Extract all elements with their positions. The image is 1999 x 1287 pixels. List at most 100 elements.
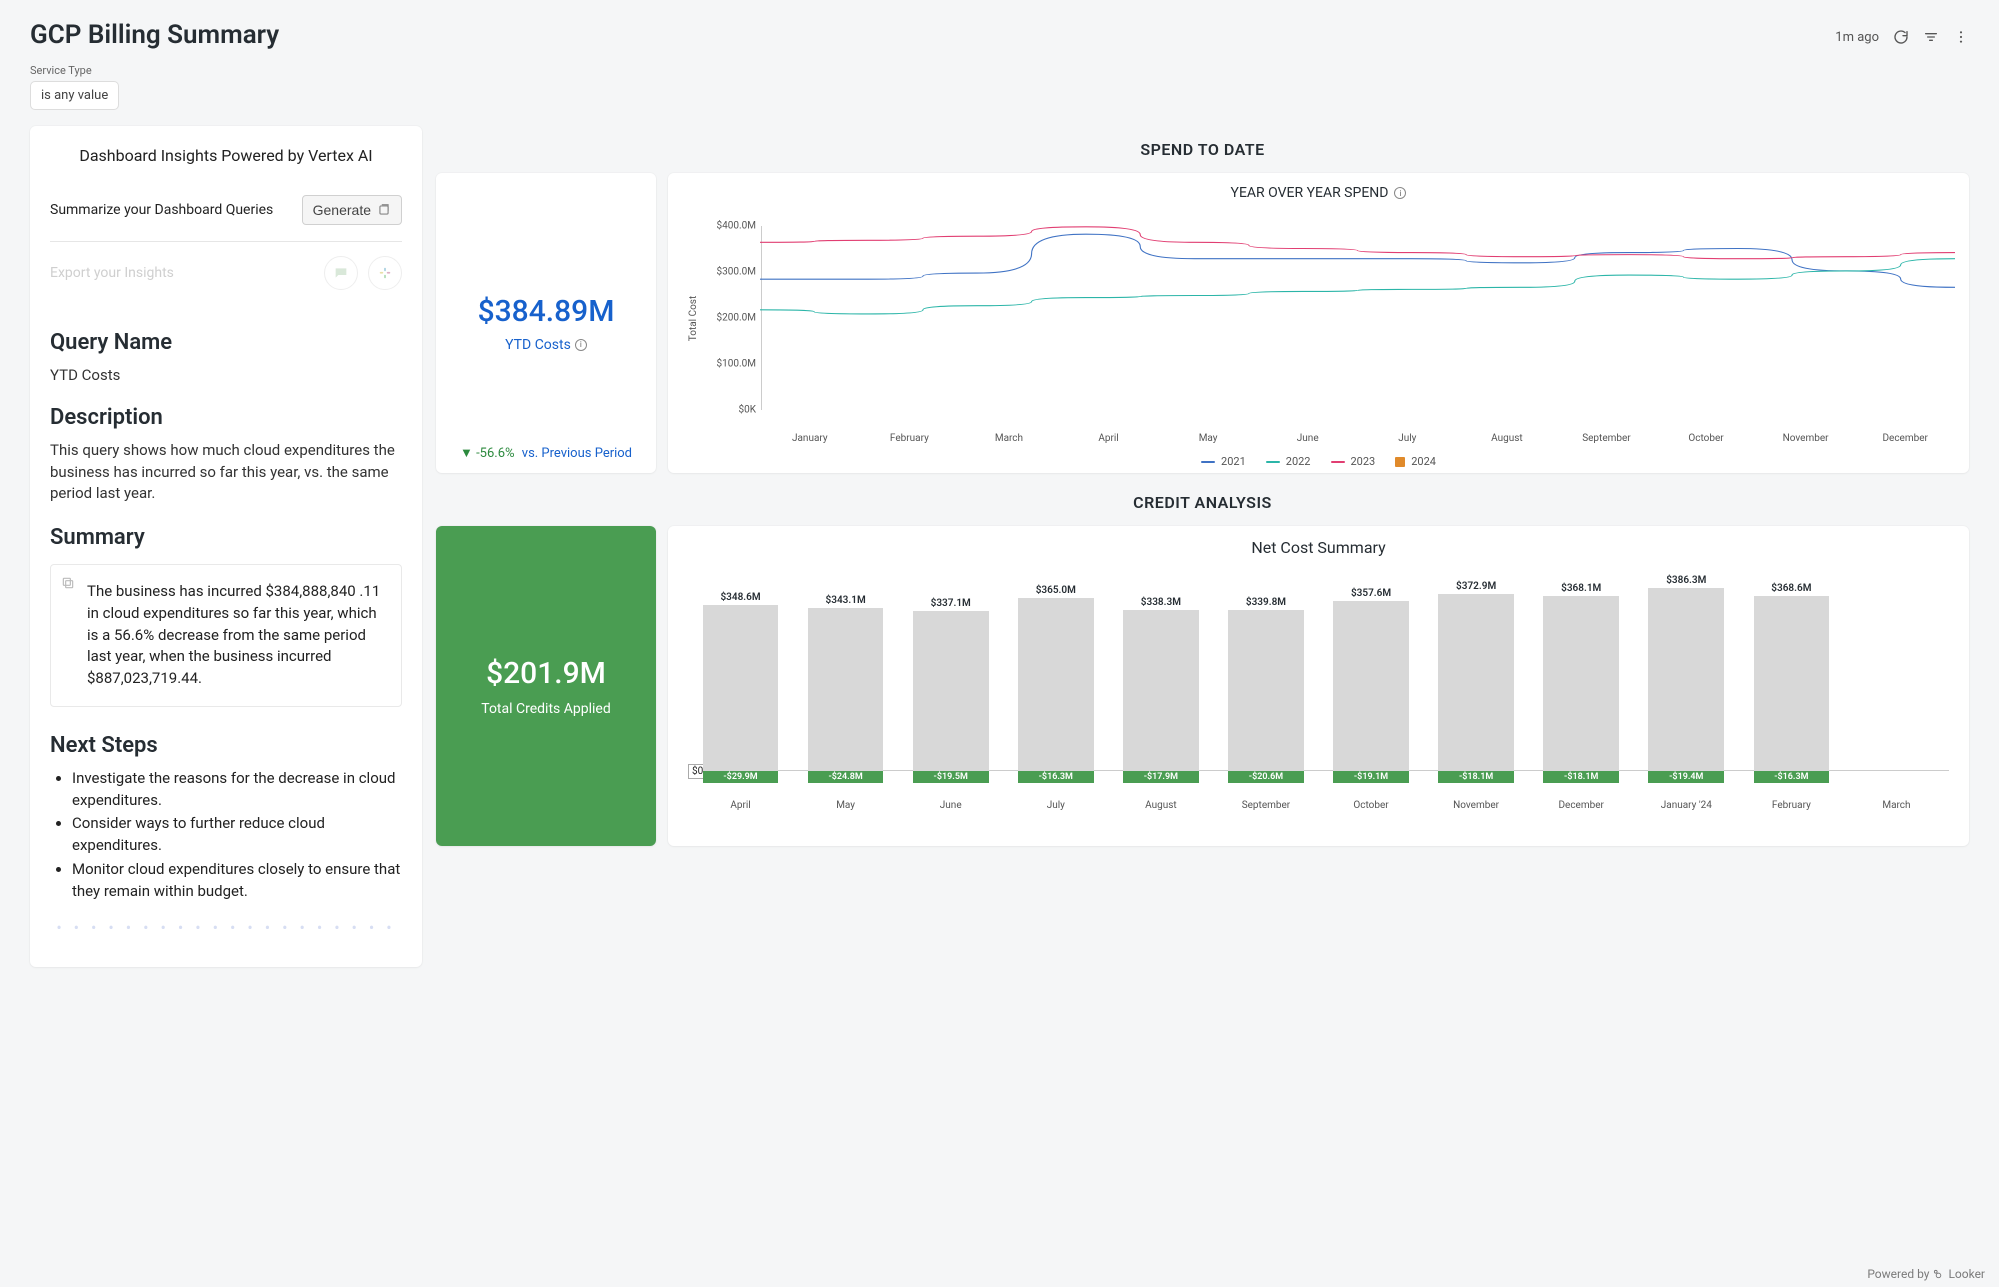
legend-item[interactable]: 2021 (1201, 455, 1246, 468)
bar-column: $368.6M -$16.3M February (1739, 567, 1844, 817)
footer-attribution: Powered by Looker (1867, 1267, 1985, 1281)
x-tick: November (1756, 433, 1856, 449)
credits-value: $201.9M (486, 656, 606, 691)
insights-panel: Dashboard Insights Powered by Vertex AI … (30, 126, 422, 967)
x-tick: September (1557, 433, 1657, 449)
yoy-chart-title: YEAR OVER YEAR SPEND (1231, 185, 1389, 201)
query-name: YTD Costs (50, 365, 402, 387)
yoy-y-axis: $400.0M $300.0M $200.0M $100.0M $0K (706, 203, 760, 433)
yoy-chart-card[interactable]: YEAR OVER YEAR SPEND i Total Cost $400.0… (668, 173, 1969, 473)
bar-label: -$19.5M (934, 772, 968, 782)
yoy-plot-area (760, 203, 1955, 433)
x-tick: March (959, 433, 1059, 449)
legend-item[interactable]: 2023 (1331, 455, 1376, 468)
ytd-kpi-label: YTD Costs (505, 337, 571, 353)
slack-export-icon[interactable] (368, 256, 402, 290)
list-item: Consider ways to further reduce cloud ex… (72, 813, 402, 857)
filter-icon[interactable] (1923, 29, 1939, 45)
refresh-icon[interactable] (1893, 29, 1909, 45)
x-tick: August (1108, 800, 1213, 811)
filter-service-type[interactable]: is any value (30, 81, 119, 110)
x-tick: October (1656, 433, 1756, 449)
generate-button[interactable]: Generate (302, 195, 402, 225)
bar-label: $337.1M (898, 598, 1003, 609)
netcost-plot-area: $0.00 $348.6M-$29.9MApril$343.1M-$24.8MM… (688, 567, 1949, 817)
bar-column: $386.3M-$19.4MJanuary '24 (1634, 567, 1739, 817)
bar-column: $368.1M -$18.1M December (1529, 567, 1634, 817)
x-tick: July (1358, 433, 1458, 449)
credits-kpi-card[interactable]: $201.9M Total Credits Applied (436, 526, 656, 846)
x-tick: April (688, 800, 793, 811)
yoy-legend: 2021 2022 2023 2024 (682, 455, 1955, 468)
bar-label: -$24.8M (828, 772, 862, 782)
credits-label: Total Credits Applied (481, 701, 610, 717)
info-icon[interactable]: i (1394, 187, 1406, 199)
bar-column: $357.6M-$19.1MOctober (1319, 567, 1424, 817)
x-tick: February (860, 433, 960, 449)
netcost-chart-card[interactable]: Net Cost Summary $0.00 $348.6M-$29.9MApr… (668, 526, 1969, 846)
bar-label: -$16.3M (1774, 772, 1808, 782)
description-text: This query shows how much cloud expendit… (50, 440, 402, 505)
bar-column: $365.0M-$16.3MJuly (1003, 567, 1108, 817)
x-tick: April (1059, 433, 1159, 449)
chat-export-icon[interactable] (324, 256, 358, 290)
bar-label: -$18.1M (1564, 772, 1598, 782)
pagination-dots: • • • • • • • • • • • • • • • • • • • • (50, 918, 402, 937)
bar-column: $372.9M-$18.1MNovember (1424, 567, 1529, 817)
bar-label: $348.6M (688, 592, 793, 603)
export-label: Export your Insights (50, 265, 174, 281)
list-item: Investigate the reasons for the decrease… (72, 768, 402, 812)
x-tick: December (1855, 433, 1955, 449)
bar-label: $368.6M (1739, 583, 1844, 594)
x-tick: March (1844, 800, 1949, 811)
bar-label: -$18.1M (1459, 772, 1493, 782)
bar-label: $368.1M (1529, 583, 1634, 594)
bar-label: $365.0M (1003, 585, 1108, 596)
bar-column: $337.1M -$19.5M June (898, 567, 1003, 817)
summary-text: The business has incurred $384,888,840 .… (87, 582, 380, 687)
credit-section-title: CREDIT ANALYSIS (436, 493, 1969, 512)
bar-column: $338.3M-$17.9MAugust (1108, 567, 1213, 817)
copy-icon[interactable] (61, 575, 75, 597)
x-tick: December (1529, 800, 1634, 811)
summarize-label: Summarize your Dashboard Queries (50, 202, 273, 218)
bar-label: $357.6M (1319, 588, 1424, 599)
ytd-kpi-card[interactable]: $384.89M YTD Costs i ▼ -56.6% vs. Previo… (436, 173, 656, 473)
insights-panel-title: Dashboard Insights Powered by Vertex AI (50, 146, 402, 165)
next-steps-list: Investigate the reasons for the decrease… (50, 768, 402, 903)
filter-label: Service Type (30, 64, 1969, 77)
next-steps-heading: Next Steps (50, 733, 402, 758)
ytd-delta-vs: vs. Previous Period (522, 446, 632, 461)
bar-column: $348.6M-$29.9MApril (688, 567, 793, 817)
bar-column: $343.1M -$24.8M May (793, 567, 898, 817)
ytd-delta-pct: -56.6% (476, 446, 514, 461)
bar-column: $339.8M-$20.6MSeptember (1213, 567, 1318, 817)
more-icon[interactable] (1953, 29, 1969, 45)
x-tick: June (1258, 433, 1358, 449)
legend-item[interactable]: 2024 (1395, 455, 1436, 468)
last-refresh: 1m ago (1835, 30, 1879, 45)
x-tick: January (760, 433, 860, 449)
query-name-heading: Query Name (50, 330, 402, 355)
summary-heading: Summary (50, 525, 402, 550)
x-tick: July (1003, 800, 1108, 811)
bar-label: -$19.4M (1669, 772, 1703, 782)
description-heading: Description (50, 405, 402, 430)
bar-label: $339.8M (1213, 597, 1318, 608)
x-tick: May (793, 800, 898, 811)
yoy-ylabel: Total Cost (689, 295, 700, 340)
page-title: GCP Billing Summary (30, 20, 279, 50)
bar-label: $386.3M (1634, 575, 1739, 586)
bar-label: -$20.6M (1249, 772, 1283, 782)
x-tick: February (1739, 800, 1844, 811)
info-icon[interactable]: i (575, 339, 587, 351)
netcost-chart-title: Net Cost Summary (684, 538, 1953, 557)
list-item: Monitor cloud expenditures closely to en… (72, 859, 402, 903)
yoy-x-axis: JanuaryFebruaryMarchAprilMayJuneJulyAugu… (760, 433, 1955, 449)
down-arrow-icon: ▼ (460, 446, 473, 461)
bar-label: $343.1M (793, 595, 898, 606)
bar-label: -$19.1M (1354, 772, 1388, 782)
legend-item[interactable]: 2022 (1266, 455, 1311, 468)
top-actions: 1m ago (1835, 29, 1969, 45)
x-tick: June (898, 800, 1003, 811)
